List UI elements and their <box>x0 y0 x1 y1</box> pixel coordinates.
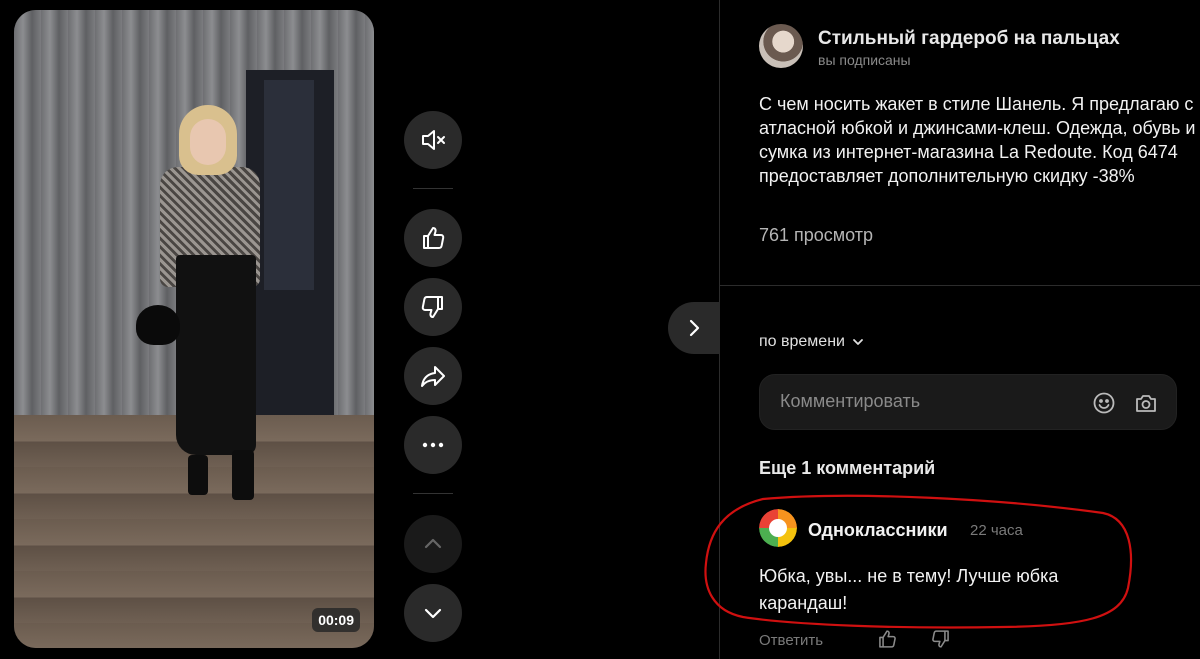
chevron-right-icon <box>689 319 700 337</box>
mute-button[interactable] <box>404 111 462 169</box>
sort-label: по времени <box>759 333 845 350</box>
controls-divider <box>413 188 453 189</box>
chevron-down-icon <box>853 339 863 345</box>
video-player[interactable]: 00:09 <box>14 10 374 648</box>
comment-input[interactable] <box>780 391 1080 412</box>
camera-icon <box>1136 395 1156 412</box>
chevron-down-icon <box>424 608 442 619</box>
sort-dropdown[interactable]: по времени <box>759 333 865 351</box>
comment-box <box>759 374 1177 430</box>
video-duration: 00:09 <box>312 608 360 632</box>
video-background-window <box>264 80 314 290</box>
next-video-button[interactable] <box>404 584 462 642</box>
comment-author-avatar[interactable] <box>759 509 797 547</box>
like-button[interactable] <box>404 209 462 267</box>
reply-button[interactable]: Ответить <box>759 632 823 649</box>
subscription-status: вы подписаны <box>818 52 911 68</box>
thumbs-up-icon <box>879 630 896 648</box>
collapse-panel-button[interactable] <box>668 302 720 354</box>
channel-name[interactable]: Стильный гардероб на пальцах <box>818 28 1120 50</box>
emoji-button[interactable] <box>1090 389 1118 417</box>
previous-video-button[interactable] <box>404 515 462 573</box>
more-options-button[interactable] <box>404 416 462 474</box>
comment-dislike-button[interactable] <box>930 628 952 655</box>
section-divider <box>720 285 1200 286</box>
chevron-up-icon <box>424 538 442 549</box>
volume-muted-icon <box>422 130 445 150</box>
video-person <box>136 105 264 505</box>
more-comments-link[interactable]: Еще 1 комментарий <box>759 458 935 479</box>
emoji-icon <box>1093 392 1115 414</box>
share-arrow-icon <box>421 366 445 387</box>
odnoklassniki-logo-icon <box>759 509 797 547</box>
thumbs-down-icon <box>932 630 949 648</box>
dislike-button[interactable] <box>404 278 462 336</box>
post-description: С чем носить жакет в стиле Шанель. Я пре… <box>759 94 1196 186</box>
controls-divider <box>413 493 453 494</box>
more-dots-icon <box>422 442 444 448</box>
share-button[interactable] <box>404 347 462 405</box>
comment-like-button[interactable] <box>876 628 898 655</box>
channel-avatar[interactable] <box>759 24 803 68</box>
photo-button[interactable] <box>1132 389 1160 417</box>
view-count: 761 просмотр <box>759 225 874 245</box>
thumbs-down-icon <box>421 296 443 318</box>
comment-time: 22 часа <box>970 522 1023 539</box>
comment-text: Юбка, увы... не в тему! Лучше юбка каран… <box>759 566 1059 613</box>
comment-author[interactable]: Одноклассники <box>808 520 948 541</box>
thumbs-up-icon <box>423 227 445 249</box>
